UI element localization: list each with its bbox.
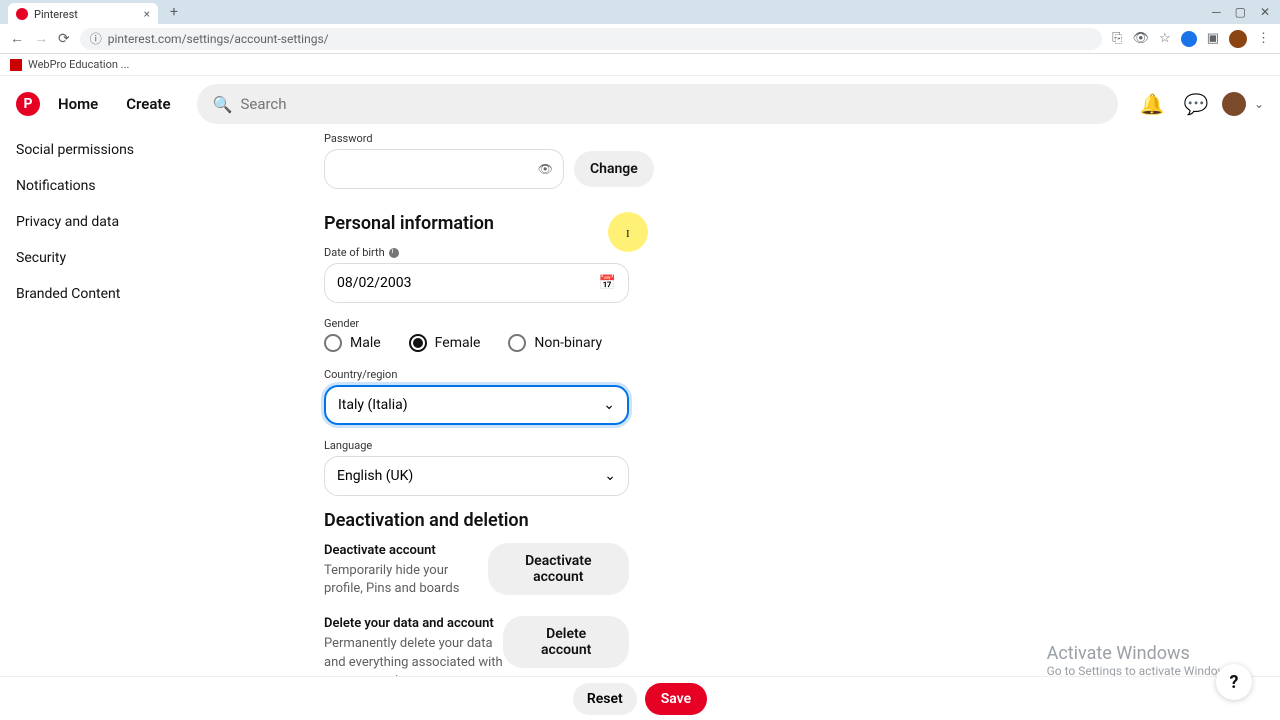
dob-input[interactable]: 08/02/2003 📅: [324, 263, 629, 303]
user-avatar[interactable]: [1222, 92, 1246, 116]
app-header: P Home Create 🔍 🔔 💬 ⌄: [0, 76, 1280, 132]
back-icon[interactable]: ←: [10, 30, 24, 47]
nav-create[interactable]: Create: [116, 95, 180, 113]
gender-label: Gender: [324, 317, 952, 330]
pinterest-favicon: [16, 8, 28, 20]
info-icon[interactable]: [389, 248, 399, 258]
address-bar: ← → ⟳ ⓘ pinterest.com/settings/account-s…: [0, 24, 1280, 54]
tab-title: Pinterest: [34, 8, 78, 21]
delete-button[interactable]: Delete account: [503, 616, 629, 668]
bookmark-favicon: [10, 59, 22, 71]
radio-nonbinary[interactable]: Non-binary: [508, 334, 602, 352]
bookmark-item[interactable]: WebPro Education ...: [28, 58, 129, 71]
radio-icon: [508, 334, 526, 352]
chrome-profile-avatar[interactable]: [1229, 30, 1247, 48]
country-label: Country/region: [324, 368, 952, 381]
nav-home[interactable]: Home: [48, 95, 108, 113]
sidebar-item-privacy[interactable]: Privacy and data: [16, 204, 164, 240]
bookmarks-bar: WebPro Education ...: [0, 54, 1280, 76]
eye-icon[interactable]: 👁: [538, 162, 553, 176]
settings-main: I Password 👁 Change Personal information…: [180, 132, 1280, 720]
pinterest-logo-icon[interactable]: P: [16, 92, 40, 116]
section-deactivation: Deactivation and deletion: [324, 510, 952, 531]
change-password-button[interactable]: Change: [574, 151, 654, 187]
windows-watermark: Activate Windows Go to Settings to activ…: [1047, 643, 1236, 678]
country-value: Italy (Italia): [338, 397, 408, 413]
url-text: pinterest.com/settings/account-settings/: [108, 32, 329, 46]
gender-radio-group: Male Female Non-binary: [324, 334, 952, 352]
forward-icon: →: [34, 30, 48, 47]
radio-icon: [324, 334, 342, 352]
help-button[interactable]: ?: [1216, 664, 1252, 700]
sidebar-item-branded[interactable]: Branded Content: [16, 276, 164, 312]
password-label: Password: [324, 132, 952, 145]
delete-heading: Delete your data and account: [324, 616, 503, 631]
reload-icon[interactable]: ⟳: [58, 31, 70, 47]
close-window-icon[interactable]: ✕: [1260, 5, 1270, 19]
extension-icon[interactable]: [1181, 31, 1197, 47]
radio-icon-selected: [409, 334, 427, 352]
sidebar-item-notifications[interactable]: Notifications: [16, 168, 164, 204]
bell-icon[interactable]: 🔔: [1140, 92, 1164, 116]
chevron-down-icon: ⌄: [604, 468, 616, 484]
radio-female[interactable]: Female: [409, 334, 481, 352]
footer-action-bar: Reset Save: [0, 676, 1280, 720]
eye-off-icon[interactable]: 👁: [1133, 31, 1150, 46]
search-input[interactable]: [240, 95, 1101, 113]
deactivate-button[interactable]: Deactivate account: [488, 543, 629, 595]
url-input[interactable]: ⓘ pinterest.com/settings/account-setting…: [80, 28, 1102, 50]
calendar-icon[interactable]: 📅: [599, 275, 616, 291]
language-value: English (UK): [337, 468, 413, 484]
menu-icon[interactable]: ⋮: [1257, 31, 1270, 46]
browser-tab[interactable]: Pinterest ×: [8, 3, 158, 25]
deactivate-heading: Deactivate account: [324, 543, 488, 558]
search-icon: 🔍: [213, 95, 233, 114]
close-tab-icon[interactable]: ×: [144, 7, 150, 21]
search-container[interactable]: 🔍: [197, 84, 1118, 124]
language-label: Language: [324, 439, 952, 452]
star-icon[interactable]: ☆: [1159, 31, 1171, 46]
chevron-down-icon[interactable]: ⌄: [1254, 97, 1264, 111]
deactivate-desc: Temporarily hide your profile, Pins and …: [324, 562, 488, 598]
sidebar-item-security[interactable]: Security: [16, 240, 164, 276]
sidebar-item-social[interactable]: Social permissions: [16, 132, 164, 168]
chat-icon[interactable]: 💬: [1184, 92, 1208, 116]
reset-button[interactable]: Reset: [573, 683, 637, 715]
settings-sidebar: Social permissions Notifications Privacy…: [0, 132, 180, 720]
install-icon[interactable]: ⎘: [1112, 31, 1122, 46]
chevron-down-icon: ⌄: [603, 397, 615, 413]
language-select[interactable]: English (UK) ⌄: [324, 456, 629, 496]
dob-value: 08/02/2003: [337, 275, 412, 291]
new-tab-button[interactable]: +: [170, 4, 178, 20]
maximize-icon[interactable]: ▢: [1235, 5, 1246, 19]
window-controls: ─ ▢ ✕: [1212, 5, 1280, 19]
cursor-icon: I: [626, 228, 630, 240]
browser-tab-bar: Pinterest × + ─ ▢ ✕: [0, 0, 1280, 24]
radio-male[interactable]: Male: [324, 334, 381, 352]
extensions-icon[interactable]: ▣: [1207, 31, 1219, 46]
country-select[interactable]: Italy (Italia) ⌄: [324, 385, 629, 425]
site-info-icon[interactable]: ⓘ: [90, 30, 102, 47]
minimize-icon[interactable]: ─: [1212, 5, 1221, 19]
save-button[interactable]: Save: [645, 683, 707, 715]
password-input[interactable]: 👁: [324, 149, 564, 189]
